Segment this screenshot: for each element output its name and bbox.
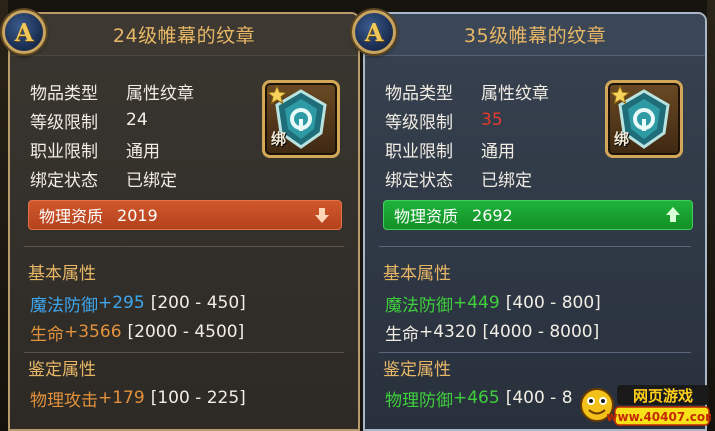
info-row-bind-status: 绑定状态 已绑定 <box>30 165 177 191</box>
bound-tag: 绑 <box>614 130 630 148</box>
attr-range: [400 - 800] <box>505 293 601 313</box>
attr-row-magic-defense: 魔法防御 +295 [200 - 450] <box>30 290 246 316</box>
arrow-down-icon <box>315 208 329 223</box>
info-label: 等级限制 <box>30 112 98 133</box>
physical-aptitude-bar: 物理资质 2692 <box>383 200 693 230</box>
attr-name: 魔法防御 <box>385 295 453 316</box>
attr-bonus: +179 <box>98 388 145 408</box>
info-row-item-type: 物品类型 属性纹章 <box>30 78 194 104</box>
tooltip-header: 24级帷幕的纹章 <box>10 14 358 56</box>
attr-bonus: +465 <box>453 388 500 408</box>
star-icon <box>610 85 630 105</box>
attr-row-physical-attack: 物理攻击 +179 [100 - 225] <box>30 385 246 411</box>
watermark-title: 网页游戏 <box>633 387 693 405</box>
attr-range: [200 - 450] <box>150 293 246 313</box>
info-value: 通用 <box>126 141 160 162</box>
watermark-url: www.40407.com <box>606 410 711 424</box>
attr-range: [100 - 225] <box>150 388 246 408</box>
attr-bonus: +3566 <box>64 322 122 342</box>
attr-range: [2000 - 4500] <box>127 322 245 342</box>
rank-badge-icon: A <box>2 10 46 54</box>
info-label: 绑定状态 <box>385 170 453 191</box>
background-strip-right <box>707 0 715 431</box>
attr-bonus: +4320 <box>419 322 477 342</box>
divider <box>379 246 691 247</box>
info-value: 属性纹章 <box>481 83 549 104</box>
item-icon-slot[interactable]: 绑 <box>605 80 683 158</box>
info-value: 已绑定 <box>481 170 532 191</box>
section-title-basic: 基本属性 <box>28 263 96 284</box>
stat-bar-label: 物理资质 <box>39 207 104 226</box>
background-strip-left <box>0 0 8 431</box>
arrow-up-icon <box>666 207 680 222</box>
item-title: 24级帷幕的纹章 <box>112 25 256 47</box>
attr-range: [400 - 8 <box>505 388 573 408</box>
site-watermark: 网页游戏 www.40407.com <box>577 383 715 427</box>
attr-name: 魔法防御 <box>30 295 98 316</box>
rank-badge-icon: A <box>352 10 396 54</box>
info-value: 属性纹章 <box>126 83 194 104</box>
info-label: 等级限制 <box>385 112 453 133</box>
attr-name: 物理攻击 <box>30 390 98 411</box>
attr-name: 生命 <box>385 324 419 345</box>
attr-bonus: +449 <box>453 293 500 313</box>
info-label: 职业限制 <box>385 141 453 162</box>
info-value: 通用 <box>481 141 515 162</box>
divider <box>24 246 344 247</box>
stat-bar-value: 2692 <box>472 205 513 225</box>
info-row-level-limit: 等级限制 24 <box>30 107 148 133</box>
attr-name: 物理防御 <box>385 390 453 411</box>
item-title: 35级帷幕的纹章 <box>463 25 607 47</box>
rank-letter: A <box>364 17 384 47</box>
attr-row-hp: 生命 +4320 [4000 - 8000] <box>385 319 599 345</box>
item-tooltip-right: 35级帷幕的纹章 物品类型 属性纹章 等级限制 35 职业限制 通用 绑定状态 … <box>363 12 707 431</box>
info-value: 已绑定 <box>126 170 177 191</box>
info-row-bind-status: 绑定状态 已绑定 <box>385 165 532 191</box>
attr-row-physical-defense: 物理防御 +465 [400 - 8 <box>385 385 573 411</box>
info-label: 绑定状态 <box>30 170 98 191</box>
divider <box>379 352 691 353</box>
info-label: 职业限制 <box>30 141 98 162</box>
info-row-class-limit: 职业限制 通用 <box>30 136 160 162</box>
mascot-logo-icon: 网页游戏 www.40407.com <box>580 385 715 426</box>
attr-range: [4000 - 8000] <box>482 322 600 342</box>
attr-row-hp: 生命 +3566 [2000 - 4500] <box>30 319 244 345</box>
bound-tag: 绑 <box>271 130 287 148</box>
rank-letter: A <box>14 17 34 47</box>
stat-bar-label: 物理资质 <box>394 207 459 226</box>
section-title-appraise: 鉴定属性 <box>28 359 96 380</box>
star-icon <box>267 85 287 105</box>
tooltip-header: 35级帷幕的纹章 <box>365 14 705 56</box>
stat-bar-value: 2019 <box>117 205 158 225</box>
info-label: 物品类型 <box>30 83 98 104</box>
info-row-class-limit: 职业限制 通用 <box>385 136 515 162</box>
info-value-warning: 35 <box>481 110 503 130</box>
section-title-basic: 基本属性 <box>383 263 451 284</box>
section-title-appraise: 鉴定属性 <box>383 359 451 380</box>
info-row-item-type: 物品类型 属性纹章 <box>385 78 549 104</box>
info-label: 物品类型 <box>385 83 453 104</box>
divider <box>24 352 344 353</box>
info-value: 24 <box>126 110 148 130</box>
physical-aptitude-bar: 物理资质 2019 <box>28 200 342 230</box>
attr-bonus: +295 <box>98 293 145 313</box>
item-tooltip-left: 24级帷幕的纹章 物品类型 属性纹章 等级限制 24 职业限制 通用 绑定状态 … <box>8 12 360 431</box>
item-icon-slot[interactable]: 绑 <box>262 80 340 158</box>
attr-name: 生命 <box>30 324 64 345</box>
attr-row-magic-defense: 魔法防御 +449 [400 - 800] <box>385 290 601 316</box>
info-row-level-limit: 等级限制 35 <box>385 107 503 133</box>
